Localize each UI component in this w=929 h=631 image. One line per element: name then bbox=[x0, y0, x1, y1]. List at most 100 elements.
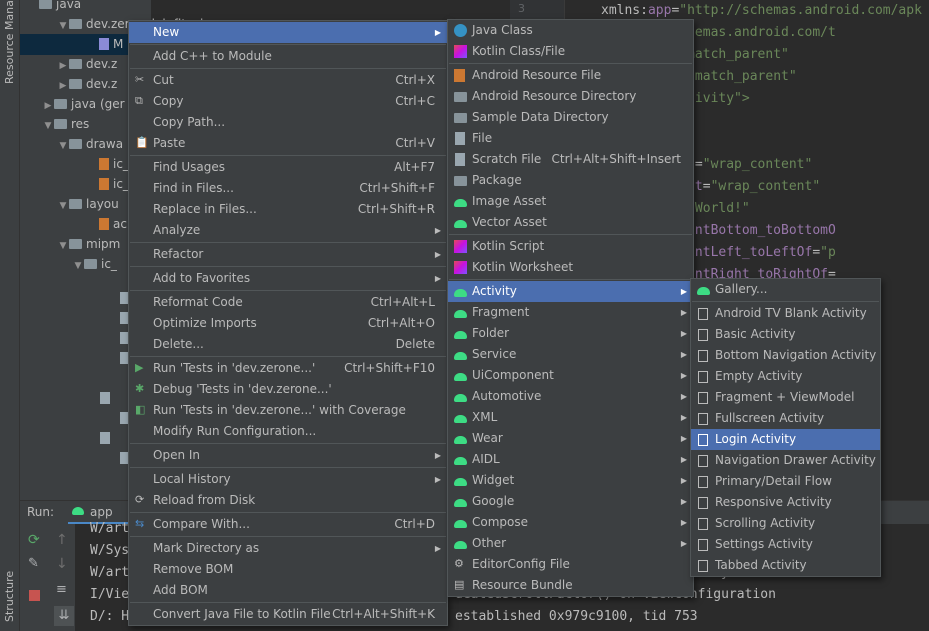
menu-item-modify-run-configuration[interactable]: Modify Run Configuration... bbox=[129, 421, 447, 442]
menu-item-copy[interactable]: ⧉ Copy Ctrl+C bbox=[129, 91, 447, 112]
menu-item-google[interactable]: Google ▶ bbox=[448, 491, 693, 512]
menu-item-sample-data-directory[interactable]: Sample Data Directory bbox=[448, 107, 693, 128]
menu-item-refactor[interactable]: Refactor ▶ bbox=[129, 244, 447, 265]
menu-item-other[interactable]: Other ▶ bbox=[448, 533, 693, 554]
structure-tab[interactable]: Structure bbox=[3, 571, 16, 622]
menu-item-label: Bottom Navigation Activity bbox=[715, 348, 877, 362]
menu-item-analyze[interactable]: Analyze ▶ bbox=[129, 220, 447, 241]
menu-item-replace-in-files[interactable]: Replace in Files... Ctrl+Shift+R bbox=[129, 199, 447, 220]
chevron-right-icon: ▶ bbox=[434, 451, 441, 460]
menu-item-folder[interactable]: Folder ▶ bbox=[448, 323, 693, 344]
menu-item-new[interactable]: New ▶ bbox=[129, 22, 447, 43]
menu-item-android-tv-blank-activity[interactable]: Android TV Blank Activity bbox=[691, 303, 880, 324]
menu-item-android-resource-directory[interactable]: Android Resource Directory bbox=[448, 86, 693, 107]
menu-item-empty-activity[interactable]: Empty Activity bbox=[691, 366, 880, 387]
menu-item-basic-activity[interactable]: Basic Activity bbox=[691, 324, 880, 345]
menu-item-reload-from-disk[interactable]: ⟳ Reload from Disk bbox=[129, 490, 447, 511]
down-icon[interactable]: ↓ bbox=[56, 556, 68, 572]
menu-item-fragment[interactable]: Fragment ▶ bbox=[448, 302, 693, 323]
menu-item-paste[interactable]: 📋 Paste Ctrl+V bbox=[129, 133, 447, 154]
menu-item-tabbed-activity[interactable]: Tabbed Activity bbox=[691, 555, 880, 576]
menu-item-fullscreen-activity[interactable]: Fullscreen Activity bbox=[691, 408, 880, 429]
menu-item-label: Sample Data Directory bbox=[472, 110, 609, 124]
menu-item-add-c-to-module[interactable]: Add C++ to Module bbox=[129, 46, 447, 67]
menu-item-scratch-file[interactable]: Scratch File Ctrl+Alt+Shift+Insert bbox=[448, 149, 693, 170]
menu-item-aidl[interactable]: AIDL ▶ bbox=[448, 449, 693, 470]
menu-item-shortcut: Delete bbox=[395, 337, 435, 351]
android-icon bbox=[454, 436, 467, 444]
menu-item-delete[interactable]: Delete... Delete bbox=[129, 334, 447, 355]
android-icon bbox=[454, 478, 467, 486]
soft-wrap-icon[interactable]: ≡ bbox=[56, 582, 67, 597]
up-icon[interactable]: ↑ bbox=[56, 532, 68, 548]
activity-template-icon bbox=[698, 308, 708, 320]
menu-item-xml[interactable]: XML ▶ bbox=[448, 407, 693, 428]
tree-expand-icon[interactable]: ▼ bbox=[72, 256, 84, 277]
menu-item-file[interactable]: File bbox=[448, 128, 693, 149]
menu-item-add-to-favorites[interactable]: Add to Favorites ▶ bbox=[129, 268, 447, 289]
menu-item-label: Optimize Imports bbox=[153, 316, 257, 330]
menu-item-settings-activity[interactable]: Settings Activity bbox=[691, 534, 880, 555]
menu-item-run-tests-in-dev-zerone-with-coverage[interactable]: ◧ Run 'Tests in 'dev.zerone...' with Cove… bbox=[129, 400, 447, 421]
menu-item-label: Android Resource File bbox=[472, 68, 602, 82]
menu-item-scrolling-activity[interactable]: Scrolling Activity bbox=[691, 513, 880, 534]
menu-item-convert-java-file-to-kotlin-file[interactable]: Convert Java File to Kotlin File Ctrl+Alt… bbox=[129, 604, 447, 625]
menu-item-widget[interactable]: Widget ▶ bbox=[448, 470, 693, 491]
menu-item-image-asset[interactable]: Image Asset bbox=[448, 191, 693, 212]
menu-item-kotlin-worksheet[interactable]: Kotlin Worksheet bbox=[448, 257, 693, 278]
menu-item-shortcut: Ctrl+C bbox=[395, 94, 435, 108]
menu-item-local-history[interactable]: Local History ▶ bbox=[129, 469, 447, 490]
run-tab-app[interactable]: app bbox=[90, 505, 113, 519]
menu-item-compare-with[interactable]: ⇆ Compare With... Ctrl+D bbox=[129, 514, 447, 535]
menu-item-uicomponent[interactable]: UiComponent ▶ bbox=[448, 365, 693, 386]
menu-item-login-activity[interactable]: Login Activity bbox=[691, 429, 880, 450]
menu-item-optimize-imports[interactable]: Optimize Imports Ctrl+Alt+O bbox=[129, 313, 447, 334]
menu-item-resource-bundle[interactable]: ▤ Resource Bundle bbox=[448, 575, 693, 596]
scroll-to-end-icon[interactable]: ⇊ bbox=[54, 606, 74, 626]
menu-item-responsive-activity[interactable]: Responsive Activity bbox=[691, 492, 880, 513]
menu-item-fragment-viewmodel[interactable]: Fragment + ViewModel bbox=[691, 387, 880, 408]
log-line: I/Vie bbox=[90, 587, 130, 602]
menu-item-automotive[interactable]: Automotive ▶ bbox=[448, 386, 693, 407]
menu-item-kotlin-class-file[interactable]: Kotlin Class/File bbox=[448, 41, 693, 62]
stop-icon[interactable] bbox=[29, 590, 40, 601]
menu-item-copy-path[interactable]: Copy Path... bbox=[129, 112, 447, 133]
menu-item-activity[interactable]: Activity ▶ bbox=[448, 281, 693, 302]
menu-item-kotlin-script[interactable]: Kotlin Script bbox=[448, 236, 693, 257]
menu-item-find-usages[interactable]: Find Usages Alt+F7 bbox=[129, 157, 447, 178]
rerun-icon[interactable]: ⟳ bbox=[28, 532, 40, 548]
menu-item-open-in[interactable]: Open In ▶ bbox=[129, 445, 447, 466]
code-attr-value: "p bbox=[820, 245, 836, 260]
menu-item-run-tests-in-dev-zerone[interactable]: ▶ Run 'Tests in 'dev.zerone...' Ctrl+Shift… bbox=[129, 358, 447, 379]
folder-icon bbox=[54, 99, 67, 109]
menu-item-add-bom[interactable]: Add BOM bbox=[129, 580, 447, 601]
menu-item-cut[interactable]: ✂ Cut Ctrl+X bbox=[129, 70, 447, 91]
chevron-right-icon: ▶ bbox=[434, 475, 441, 484]
menu-separator bbox=[130, 68, 446, 69]
menu-item-label: Scrolling Activity bbox=[715, 516, 816, 530]
menu-item-vector-asset[interactable]: Vector Asset bbox=[448, 212, 693, 233]
tree-item[interactable]: java bbox=[20, 0, 151, 15]
menu-item-gallery[interactable]: Gallery... bbox=[691, 279, 880, 300]
menu-item-label: Other bbox=[472, 536, 507, 550]
menu-item-bottom-navigation-activity[interactable]: Bottom Navigation Activity bbox=[691, 345, 880, 366]
reload-icon: ⟳ bbox=[135, 493, 145, 506]
menu-item-compose[interactable]: Compose ▶ bbox=[448, 512, 693, 533]
menu-item-primary-detail-flow[interactable]: Primary/Detail Flow bbox=[691, 471, 880, 492]
menu-item-java-class[interactable]: Java Class bbox=[448, 20, 693, 41]
menu-item-remove-bom[interactable]: Remove BOM bbox=[129, 559, 447, 580]
menu-item-mark-directory-as[interactable]: Mark Directory as ▶ bbox=[129, 538, 447, 559]
wrench-icon[interactable]: ✎ bbox=[28, 556, 39, 571]
menu-item-editorconfig-file[interactable]: ⚙ EditorConfig File bbox=[448, 554, 693, 575]
menu-item-reformat-code[interactable]: Reformat Code Ctrl+Alt+L bbox=[129, 292, 447, 313]
menu-item-debug-tests-in-dev-zerone[interactable]: ✱ Debug 'Tests in 'dev.zerone...' bbox=[129, 379, 447, 400]
menu-item-label: Run 'Tests in 'dev.zerone...' bbox=[153, 361, 316, 375]
menu-item-find-in-files[interactable]: Find in Files... Ctrl+Shift+F bbox=[129, 178, 447, 199]
resource-manager-tab[interactable]: Resource Manager bbox=[3, 0, 16, 84]
menu-item-wear[interactable]: Wear ▶ bbox=[448, 428, 693, 449]
menu-item-service[interactable]: Service ▶ bbox=[448, 344, 693, 365]
menu-item-package[interactable]: Package bbox=[448, 170, 693, 191]
menu-item-android-resource-file[interactable]: Android Resource File bbox=[448, 65, 693, 86]
menu-item-label: Compose bbox=[472, 515, 529, 529]
menu-item-navigation-drawer-activity[interactable]: Navigation Drawer Activity bbox=[691, 450, 880, 471]
